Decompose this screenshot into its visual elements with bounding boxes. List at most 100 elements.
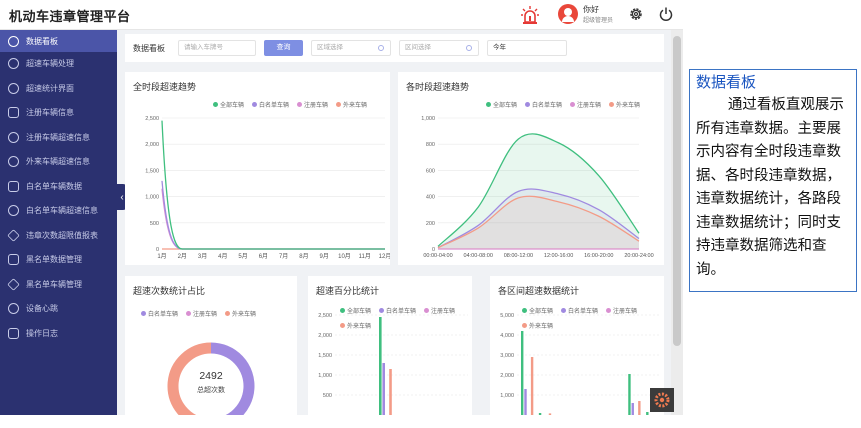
y-tick-label: 1,500 [145,168,159,174]
all-time-trend-panel: 全时段超速趋势 全部车辆 白名单车辆 注册车辆 外来车辆 0 500 1,000 1,… [125,72,390,265]
sidebar-item-label: 操作日志 [26,328,58,338]
hourly-trend-panel: 各时段超速趋势 全部车辆 白名单车辆 注册车辆 外来车辆 0 200 400 600 8… [398,72,664,265]
sidebar-item-speeding-handling[interactable]: 超速车辆处理 [0,53,117,75]
bar-0-7 [646,412,649,415]
y-tick-label: 1,500 [318,353,332,359]
series-line-2 [161,188,385,250]
y-tick-label: 600 [426,168,435,174]
x-tick-label: 12:00-16:00 [544,253,573,259]
area-select-placeholder: 区域选择 [317,44,343,51]
x-tick-label: 12月 [379,253,390,260]
sidebar-item-registered-speeding[interactable]: 注册车辆超速信息 [0,126,117,148]
location-icon [378,45,384,51]
sidebar-item-blacklist-data[interactable]: 黑名单数据管理 [0,249,117,271]
x-tick-label: 16:00-20:00 [584,253,613,259]
y-tick-label: 400 [426,195,435,201]
sidebar-item-dashboard[interactable]: 数据看板 [0,30,117,52]
y-tick-label: 5,000 [500,313,514,319]
sidebar-item-label: 黑名单车辆管理 [26,279,82,289]
y-tick-label: 4,000 [500,333,514,339]
x-tick-label: 20:00-24:00 [624,253,653,259]
avatar[interactable] [558,4,578,24]
heartbeat-icon [8,303,19,314]
network-icon [466,45,472,51]
y-tick-label: 3,000 [500,353,514,359]
sidebar-item-blacklist-vehicles[interactable]: 黑名单车辆管理 [0,273,117,295]
percent-bar-chart: 500 1,000 1,500 2,000 2,500 [318,313,468,415]
x-tick-label: 3月 [198,253,207,260]
speedometer-icon [8,156,19,167]
bar-0-1 [538,413,542,415]
sidebar-item-whitelist-data[interactable]: 白名单车辆数据 [0,175,117,197]
user-role: 超级管理员 [583,18,614,24]
gear-icon[interactable] [628,6,644,22]
sidebar-item-label: 设备心跳 [26,304,58,313]
bar-0-0 [521,331,524,415]
bar-3-6 [638,401,641,415]
warning-icon [7,228,20,242]
donut-total-label: 总超次数 [197,385,225,394]
document-icon [8,254,19,265]
bar-1-6 [631,403,634,415]
sidebar-item-registered-vehicles[interactable]: 注册车辆信息 [0,102,117,124]
power-icon[interactable] [658,6,674,22]
scrollbar-thumb[interactable] [673,36,681,346]
x-tick-label: 10月 [338,253,351,260]
app-title: 机动车违章管理平台 [9,9,131,24]
count-ratio-panel: 超速次数统计占比 白名单车辆 注册车辆 外来车辆 2492 总超次数 [125,276,297,415]
bar-3-0 [530,357,534,415]
clock-icon [8,35,19,47]
hourly-area-chart: 02004006008001,00000:00-04:00 04:00-08:00… [421,116,653,259]
sidebar-item-external-speeding[interactable]: 外来车辆超速信息 [0,151,117,173]
sidebar-item-label: 注册车辆超速信息 [26,132,90,142]
x-tick-label: 08:00-12:00 [504,253,533,259]
x-tick-label: 7月 [279,253,288,260]
y-tick-label: 2,500 [318,313,332,319]
y-tick-label: 200 [426,221,435,227]
sidebar-item-speeding-stats[interactable]: 超速统计界面 [0,77,117,99]
sidebar-item-label: 数据看板 [26,36,58,46]
x-tick-label: 4月 [218,253,227,260]
sidebar-item-label: 外来车辆超速信息 [26,157,90,166]
speedometer-icon [8,58,19,69]
sidebar-item-label: 超速车辆处理 [26,59,74,68]
x-tick-label: 9月 [320,253,329,260]
x-tick-label: 11月 [359,253,371,260]
log-icon [8,327,19,339]
query-button[interactable]: 查询 [264,40,303,56]
alarm-icon[interactable] [520,5,540,25]
user-greeting: 你好 [583,5,599,14]
flower-widget-icon[interactable] [650,388,674,412]
series-line-0 [161,120,385,250]
sidebar: 数据看板 超速车辆处理 超速统计界面 注册车辆信息 注册车辆超速信息 外来车辆超… [0,30,117,415]
donut-total-value: 2492 [199,370,223,382]
percent-stats-panel: 超速百分比统计 全部车辆 白名单车辆 注册车辆 外来车辆 500 1,000 1,5… [308,276,472,415]
y-tick-label: 800 [426,142,435,148]
document-icon [8,107,19,118]
sidebar-item-whitelist-speeding[interactable]: 白名单车辆超速信息 [0,200,117,222]
sidebar-item-operation-log[interactable]: 操作日志 [0,322,117,344]
sidebar-item-violation-report[interactable]: 违章次数超限值报表 [0,224,117,246]
y-tick-label: 2,000 [318,333,332,339]
x-tick-label: 1月 [157,253,166,260]
area-select[interactable]: 区域选择 [311,40,391,56]
y-tick-label: 1,000 [145,195,159,201]
sidebar-item-label: 白名单车辆数据 [26,181,82,191]
annotation-box: 数据看板 通过看板直观展示所有违章数据。主要展示内容有全时段违章数据、各时段违章… [689,69,857,292]
period-select[interactable]: 今年 [487,40,567,56]
sidebar-item-label: 注册车辆信息 [26,108,74,117]
y-tick-label: 0 [156,247,159,253]
section-select[interactable]: 区间选择 [399,40,479,56]
x-tick-label: 6月 [259,253,268,260]
section-select-placeholder: 区间选择 [405,44,431,51]
sidebar-item-device-heartbeat[interactable]: 设备心跳 [0,298,117,320]
plate-number-input[interactable]: 请输入车牌号 [178,40,256,56]
sidebar-item-label: 黑名单数据管理 [26,255,82,264]
bar-1-0 [524,389,527,415]
sidebar-item-label: 白名单车辆超速信息 [26,206,98,215]
list-icon [8,180,19,192]
section-stats-panel: 各区间超速数据统计 全部车辆 白名单车辆 注册车辆 外来车辆 1,000 2,00… [490,276,664,415]
sidebar-item-label: 违章次数超限值报表 [26,230,98,240]
speedometer-icon [8,205,19,216]
speedometer-icon [8,82,19,94]
